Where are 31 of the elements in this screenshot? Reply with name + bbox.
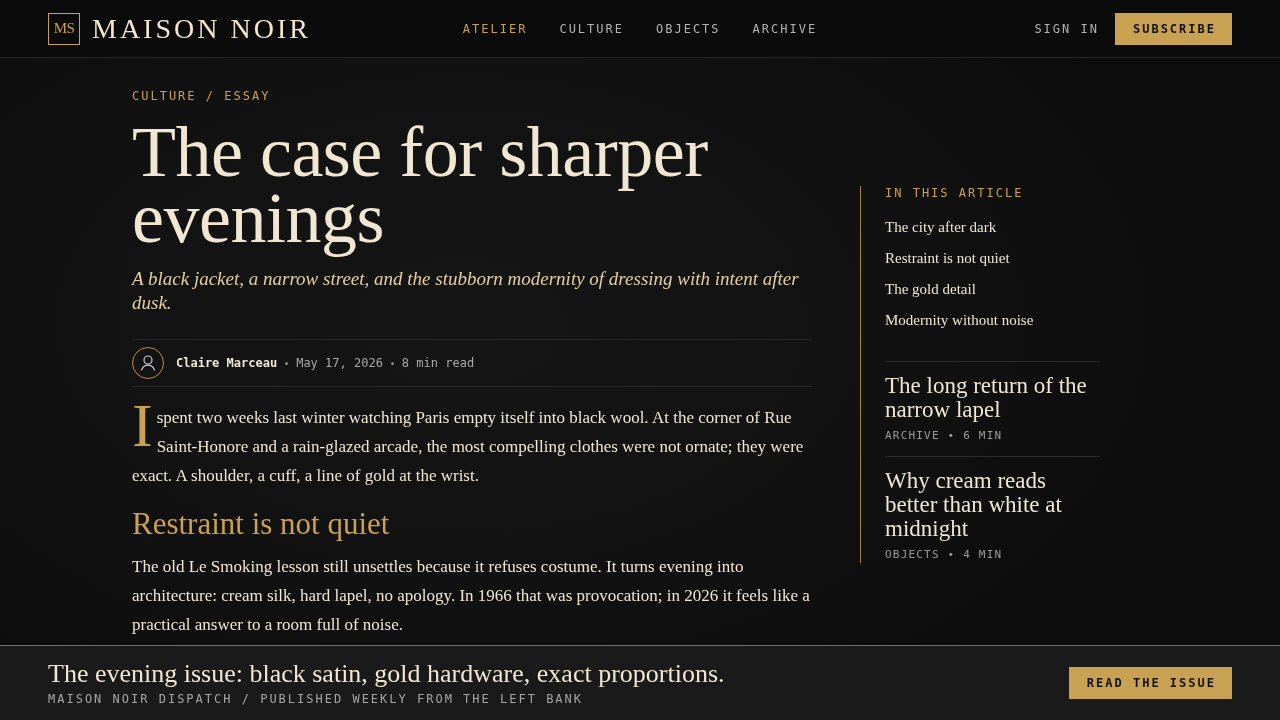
- toc-link[interactable]: Modernity without noise: [885, 310, 1034, 330]
- toc-link[interactable]: Restraint is not quiet: [885, 248, 1010, 268]
- related-article-meta: OBJECTS • 4 MIN: [885, 548, 1004, 562]
- nav-link[interactable]: CULTURE: [559, 20, 624, 37]
- separator-dot-icon: [390, 361, 394, 365]
- toc-link[interactable]: The city after dark: [885, 217, 997, 237]
- article-paragraph: The old Le Smoking lesson still unsettles because it refuses costume. It turns evening into architecture: cream silk, hard lapel, no apology. In 1966 that was provocation; in 2026 it feels like a practical answer to a room full of noise.: [132, 556, 811, 636]
- subscribe-button[interactable]: SUBSCRIBE: [1114, 12, 1232, 45]
- monogram-logo[interactable]: MS: [48, 12, 80, 45]
- nav-link[interactable]: OBJECTS: [656, 20, 721, 37]
- read-time: 8 min read: [401, 355, 475, 371]
- related-article-link[interactable]: Why cream reads better than white at midnight: [885, 469, 1100, 541]
- author-name[interactable]: Claire Marceau: [176, 355, 278, 371]
- publish-date: May 17, 2026: [296, 355, 383, 371]
- related-article-meta: ARCHIVE • 6 MIN: [885, 429, 1004, 443]
- separator-dot-icon: [285, 361, 289, 365]
- brand-wordmark[interactable]: MAISON NOIR: [92, 14, 311, 43]
- section-kicker: CULTURE / ESSAY: [132, 88, 272, 104]
- related-article-link[interactable]: The long return of the narrow lapel: [885, 374, 1100, 422]
- author-avatar-icon: [132, 347, 164, 379]
- section-heading: Restraint is not quiet: [132, 505, 391, 542]
- article-subtitle: A black jacket, a narrow street, and the stubborn modernity of dressing with intent after dusk.: [132, 267, 800, 315]
- article-title: The case for sharper evenings: [132, 119, 709, 260]
- toc-heading: IN THIS ARTICLE: [885, 186, 1025, 200]
- nav-link[interactable]: ATELIER: [462, 20, 528, 37]
- read-issue-button[interactable]: READ THE ISSUE: [1068, 667, 1232, 699]
- nav-link[interactable]: ARCHIVE: [752, 20, 818, 37]
- promo-headline: The evening issue: black satin, gold hardware, exact proportions.: [48, 659, 725, 689]
- promo-tagline: MAISON NOIR DISPATCH / PUBLISHED WEEKLY FROM THE LEFT BANK: [48, 692, 585, 707]
- sign-in-link[interactable]: SIGN IN: [1034, 20, 1099, 37]
- toc-link[interactable]: The gold detail: [885, 279, 976, 299]
